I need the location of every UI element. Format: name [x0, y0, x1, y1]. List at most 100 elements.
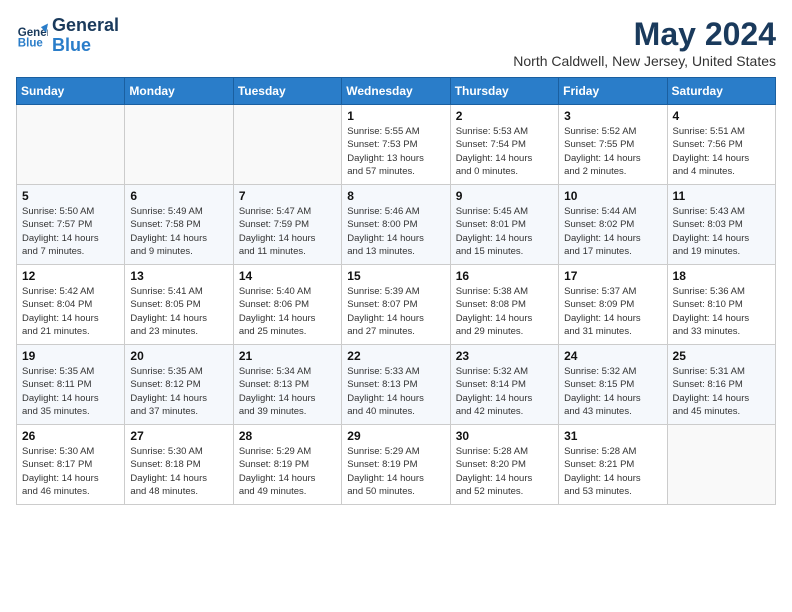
day-info: Sunrise: 5:44 AMSunset: 8:02 PMDaylight:… — [564, 205, 661, 258]
day-info: Sunrise: 5:32 AMSunset: 8:15 PMDaylight:… — [564, 365, 661, 418]
day-number: 9 — [456, 189, 553, 203]
calendar-cell — [17, 105, 125, 185]
calendar-subtitle: North Caldwell, New Jersey, United State… — [513, 53, 776, 69]
calendar-cell: 29 Sunrise: 5:29 AMSunset: 8:19 PMDayligh… — [342, 425, 450, 505]
calendar-cell: 2 Sunrise: 5:53 AMSunset: 7:54 PMDaylight… — [450, 105, 558, 185]
day-info: Sunrise: 5:28 AMSunset: 8:21 PMDaylight:… — [564, 445, 661, 498]
day-info: Sunrise: 5:36 AMSunset: 8:10 PMDaylight:… — [673, 285, 770, 338]
day-number: 10 — [564, 189, 661, 203]
day-number: 22 — [347, 349, 444, 363]
day-number: 4 — [673, 109, 770, 123]
calendar-week-row-3: 12 Sunrise: 5:42 AMSunset: 8:04 PMDayligh… — [17, 265, 776, 345]
weekday-header-saturday: Saturday — [667, 78, 775, 105]
header: General Blue General Blue May 2024 North… — [16, 16, 776, 69]
day-info: Sunrise: 5:43 AMSunset: 8:03 PMDaylight:… — [673, 205, 770, 258]
calendar-week-row-5: 26 Sunrise: 5:30 AMSunset: 8:17 PMDayligh… — [17, 425, 776, 505]
calendar-cell: 19 Sunrise: 5:35 AMSunset: 8:11 PMDayligh… — [17, 345, 125, 425]
day-number: 23 — [456, 349, 553, 363]
weekday-header-thursday: Thursday — [450, 78, 558, 105]
day-number: 30 — [456, 429, 553, 443]
calendar-cell: 8 Sunrise: 5:46 AMSunset: 8:00 PMDaylight… — [342, 185, 450, 265]
day-number: 12 — [22, 269, 119, 283]
day-number: 18 — [673, 269, 770, 283]
day-info: Sunrise: 5:39 AMSunset: 8:07 PMDaylight:… — [347, 285, 444, 338]
day-number: 13 — [130, 269, 227, 283]
day-info: Sunrise: 5:53 AMSunset: 7:54 PMDaylight:… — [456, 125, 553, 178]
day-number: 19 — [22, 349, 119, 363]
calendar-cell — [667, 425, 775, 505]
weekday-header-friday: Friday — [559, 78, 667, 105]
day-number: 16 — [456, 269, 553, 283]
day-info: Sunrise: 5:32 AMSunset: 8:14 PMDaylight:… — [456, 365, 553, 418]
day-info: Sunrise: 5:50 AMSunset: 7:57 PMDaylight:… — [22, 205, 119, 258]
day-info: Sunrise: 5:30 AMSunset: 8:18 PMDaylight:… — [130, 445, 227, 498]
calendar-cell: 9 Sunrise: 5:45 AMSunset: 8:01 PMDaylight… — [450, 185, 558, 265]
day-number: 8 — [347, 189, 444, 203]
calendar-cell: 16 Sunrise: 5:38 AMSunset: 8:08 PMDayligh… — [450, 265, 558, 345]
day-number: 3 — [564, 109, 661, 123]
day-number: 20 — [130, 349, 227, 363]
calendar-cell: 5 Sunrise: 5:50 AMSunset: 7:57 PMDaylight… — [17, 185, 125, 265]
calendar-week-row-2: 5 Sunrise: 5:50 AMSunset: 7:57 PMDaylight… — [17, 185, 776, 265]
logo-icon: General Blue — [16, 20, 48, 52]
day-number: 24 — [564, 349, 661, 363]
calendar-cell: 14 Sunrise: 5:40 AMSunset: 8:06 PMDayligh… — [233, 265, 341, 345]
day-number: 7 — [239, 189, 336, 203]
day-number: 21 — [239, 349, 336, 363]
day-number: 14 — [239, 269, 336, 283]
day-info: Sunrise: 5:51 AMSunset: 7:56 PMDaylight:… — [673, 125, 770, 178]
weekday-header-row: SundayMondayTuesdayWednesdayThursdayFrid… — [17, 78, 776, 105]
day-info: Sunrise: 5:38 AMSunset: 8:08 PMDaylight:… — [456, 285, 553, 338]
calendar-cell — [233, 105, 341, 185]
day-number: 26 — [22, 429, 119, 443]
calendar-cell: 10 Sunrise: 5:44 AMSunset: 8:02 PMDayligh… — [559, 185, 667, 265]
calendar-table: SundayMondayTuesdayWednesdayThursdayFrid… — [16, 77, 776, 505]
day-number: 15 — [347, 269, 444, 283]
weekday-header-wednesday: Wednesday — [342, 78, 450, 105]
day-number: 28 — [239, 429, 336, 443]
calendar-cell — [125, 105, 233, 185]
day-number: 29 — [347, 429, 444, 443]
day-info: Sunrise: 5:35 AMSunset: 8:11 PMDaylight:… — [22, 365, 119, 418]
calendar-week-row-1: 1Sunrise: 5:55 AMSunset: 7:53 PMDaylight… — [17, 105, 776, 185]
day-info: Sunrise: 5:45 AMSunset: 8:01 PMDaylight:… — [456, 205, 553, 258]
logo-text-general: General — [52, 16, 119, 36]
calendar-cell: 31Sunrise: 5:28 AMSunset: 8:21 PMDayligh… — [559, 425, 667, 505]
calendar-cell: 26 Sunrise: 5:30 AMSunset: 8:17 PMDayligh… — [17, 425, 125, 505]
day-number: 6 — [130, 189, 227, 203]
day-number: 5 — [22, 189, 119, 203]
day-info: Sunrise: 5:29 AMSunset: 8:19 PMDaylight:… — [239, 445, 336, 498]
calendar-cell: 15 Sunrise: 5:39 AMSunset: 8:07 PMDayligh… — [342, 265, 450, 345]
day-info: Sunrise: 5:46 AMSunset: 8:00 PMDaylight:… — [347, 205, 444, 258]
calendar-cell: 11 Sunrise: 5:43 AMSunset: 8:03 PMDayligh… — [667, 185, 775, 265]
calendar-cell: 27 Sunrise: 5:30 AMSunset: 8:18 PMDayligh… — [125, 425, 233, 505]
calendar-cell: 18 Sunrise: 5:36 AMSunset: 8:10 PMDayligh… — [667, 265, 775, 345]
calendar-title: May 2024 — [513, 16, 776, 53]
day-info: Sunrise: 5:42 AMSunset: 8:04 PMDaylight:… — [22, 285, 119, 338]
day-info: Sunrise: 5:40 AMSunset: 8:06 PMDaylight:… — [239, 285, 336, 338]
calendar-body: 1Sunrise: 5:55 AMSunset: 7:53 PMDaylight… — [17, 105, 776, 505]
calendar-cell: 12 Sunrise: 5:42 AMSunset: 8:04 PMDayligh… — [17, 265, 125, 345]
day-number: 25 — [673, 349, 770, 363]
calendar-cell: 3 Sunrise: 5:52 AMSunset: 7:55 PMDaylight… — [559, 105, 667, 185]
calendar-cell: 7Sunrise: 5:47 AMSunset: 7:59 PMDaylight… — [233, 185, 341, 265]
weekday-header-tuesday: Tuesday — [233, 78, 341, 105]
calendar-cell: 25Sunrise: 5:31 AMSunset: 8:16 PMDayligh… — [667, 345, 775, 425]
calendar-cell: 24 Sunrise: 5:32 AMSunset: 8:15 PMDayligh… — [559, 345, 667, 425]
calendar-cell: 23 Sunrise: 5:32 AMSunset: 8:14 PMDayligh… — [450, 345, 558, 425]
day-info: Sunrise: 5:33 AMSunset: 8:13 PMDaylight:… — [347, 365, 444, 418]
day-number: 11 — [673, 189, 770, 203]
logo: General Blue General Blue — [16, 16, 119, 56]
calendar-cell: 4 Sunrise: 5:51 AMSunset: 7:56 PMDaylight… — [667, 105, 775, 185]
day-info: Sunrise: 5:29 AMSunset: 8:19 PMDaylight:… — [347, 445, 444, 498]
weekday-header-monday: Monday — [125, 78, 233, 105]
day-number: 27 — [130, 429, 227, 443]
day-number: 17 — [564, 269, 661, 283]
day-info: Sunrise: 5:30 AMSunset: 8:17 PMDaylight:… — [22, 445, 119, 498]
calendar-cell: 13Sunrise: 5:41 AMSunset: 8:05 PMDayligh… — [125, 265, 233, 345]
logo-text-blue: Blue — [52, 36, 119, 56]
day-number: 1 — [347, 109, 444, 123]
day-info: Sunrise: 5:52 AMSunset: 7:55 PMDaylight:… — [564, 125, 661, 178]
day-info: Sunrise: 5:28 AMSunset: 8:20 PMDaylight:… — [456, 445, 553, 498]
day-number: 2 — [456, 109, 553, 123]
